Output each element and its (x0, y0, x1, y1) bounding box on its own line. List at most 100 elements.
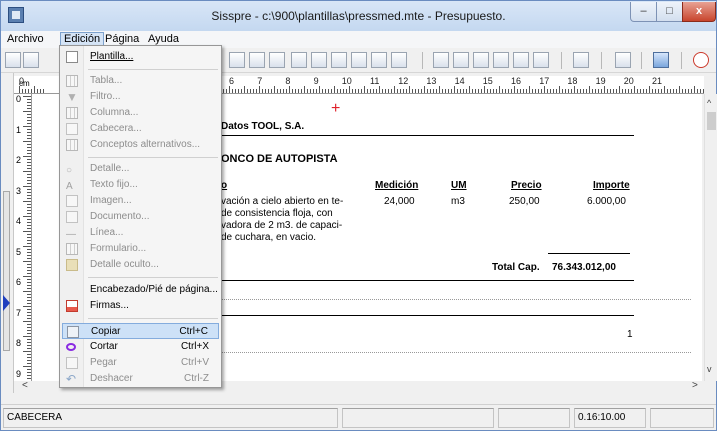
scroll-right-icon[interactable]: > (692, 380, 698, 391)
ruler-tick (286, 89, 287, 93)
ruler-tick (23, 201, 31, 202)
ruler-tick (27, 255, 31, 256)
ruler-tick (25, 89, 26, 93)
menu-item-columna[interactable]: Columna... (62, 105, 219, 121)
columns-icon[interactable] (249, 52, 265, 68)
ruler-tick (27, 318, 31, 319)
minimize-button[interactable]: – (630, 2, 657, 22)
ruler-number: 14 (454, 76, 465, 86)
ruler-tick (406, 89, 407, 93)
ruler-tick (340, 89, 341, 93)
document-icon (66, 211, 78, 223)
ruler-tick (328, 89, 329, 93)
section-bar[interactable] (3, 191, 10, 351)
ruler-tick (391, 89, 392, 93)
ruler-tick (370, 89, 371, 93)
ruler-tick (27, 282, 31, 283)
text-icon[interactable] (311, 52, 327, 68)
crosshair-cursor-icon: + (331, 100, 341, 117)
menu-item-encabezado-pie[interactable]: Encabezado/Pié de página... (62, 282, 219, 298)
doc-tool-icon[interactable] (351, 52, 367, 68)
ruler-tick (475, 89, 476, 93)
scroll-up-icon[interactable]: ^ (707, 98, 711, 108)
ruler-tick (589, 86, 590, 93)
ruler-tick (346, 89, 347, 93)
scroll-thumb[interactable] (707, 112, 716, 130)
ruler-tick (23, 96, 31, 97)
export-icon[interactable] (533, 52, 549, 68)
ruler-tick (595, 89, 596, 93)
ruler-number: 18 (567, 76, 578, 86)
ruler-tick (27, 300, 31, 301)
ruler-tick (27, 294, 31, 295)
ruler-number: 13 (426, 76, 437, 86)
ruler-number: 0 (16, 94, 22, 104)
toolbar-separator (641, 52, 642, 69)
menu-item-filtro[interactable]: ▼ Filtro... (62, 89, 219, 105)
filter-icon: ▼ (66, 90, 78, 104)
ruler-tick (628, 89, 629, 93)
image-tool-icon[interactable] (331, 52, 347, 68)
menu-item-tabla[interactable]: Tabla... (62, 73, 219, 89)
menu-item-copiar[interactable]: Copiar Ctrl+C (62, 323, 219, 339)
menu-item-documento[interactable]: Documento... (62, 209, 219, 225)
ruler-tick (661, 89, 662, 93)
ruler-tick (412, 89, 413, 93)
undo-toolbar-icon[interactable] (615, 52, 631, 68)
line-tool-icon[interactable] (371, 52, 387, 68)
new-file-icon[interactable] (5, 52, 21, 68)
ruler-tick (625, 89, 626, 93)
ruler-tick (27, 123, 31, 124)
menu-item-detalle-oculto[interactable]: Detalle oculto... (62, 257, 219, 273)
zoom-icon[interactable] (433, 52, 449, 68)
ruler-tick (409, 86, 410, 93)
menu-item-detalle[interactable]: ○ Detalle... (62, 161, 219, 177)
toolbar-separator (422, 52, 423, 69)
picture-icon[interactable] (291, 52, 307, 68)
menu-item-cortar[interactable]: Cortar Ctrl+X (62, 339, 219, 355)
menu-item-plantilla[interactable]: Plantilla... (62, 49, 219, 65)
menu-item-imagen[interactable]: Imagen... (62, 193, 219, 209)
open-folder-icon[interactable] (23, 52, 39, 68)
menu-item-linea[interactable]: — Línea... (62, 225, 219, 241)
grid-icon[interactable] (269, 52, 285, 68)
help-icon[interactable] (653, 52, 669, 68)
menu-item-deshacer[interactable]: ↶ Deshacer Ctrl-Z (62, 371, 219, 387)
ruler-tick (463, 89, 464, 93)
ruler-number: 1 (16, 124, 22, 135)
ruler-tick (27, 168, 31, 169)
print-preview-icon[interactable] (513, 52, 529, 68)
maximize-button[interactable]: □ (656, 2, 683, 22)
align-icon[interactable] (473, 52, 489, 68)
frame-icon[interactable] (229, 52, 245, 68)
ruler-tick (27, 339, 31, 340)
calculator-icon[interactable] (573, 52, 589, 68)
section-marker-icon[interactable] (3, 295, 10, 311)
scroll-left-icon[interactable]: < (22, 380, 28, 391)
menu-item-conceptos-alternativos[interactable]: Conceptos alternativos... (62, 137, 219, 153)
menu-item-firmas[interactable]: Firmas... (62, 298, 219, 314)
menu-item-pegar[interactable]: Pegar Ctrl+V (62, 355, 219, 371)
ruler-tick (397, 89, 398, 93)
vertical-scrollbar[interactable]: ^ v (704, 94, 717, 381)
section-title: ONCO DE AUTOPISTA (221, 153, 338, 165)
exit-icon[interactable] (693, 52, 709, 68)
ruler-tick (268, 89, 269, 93)
font-icon[interactable] (453, 52, 469, 68)
menu-item-cabecera[interactable]: Cabecera... (62, 121, 219, 137)
cut-shortcut: Ctrl+X (180, 341, 209, 352)
ruler-tick (319, 86, 320, 93)
ruler-tick (616, 89, 617, 93)
ruler-tick (27, 153, 31, 154)
form-tool-icon[interactable] (391, 52, 407, 68)
ruler-tick (27, 348, 31, 349)
ruler-number: 10 (341, 76, 352, 86)
menu-archivo[interactable]: Archivo (4, 32, 47, 47)
menu-item-texto-fijo[interactable]: A Texto fijo... (62, 177, 219, 193)
menu-item-formulario[interactable]: Formulario... (62, 241, 219, 257)
description-line: vadora de 2 m3. de capaci- (221, 220, 343, 231)
scroll-down-icon[interactable]: v (707, 364, 712, 374)
line-icon: — (66, 229, 76, 240)
page-icon[interactable] (493, 52, 509, 68)
close-button[interactable]: x (682, 2, 716, 22)
